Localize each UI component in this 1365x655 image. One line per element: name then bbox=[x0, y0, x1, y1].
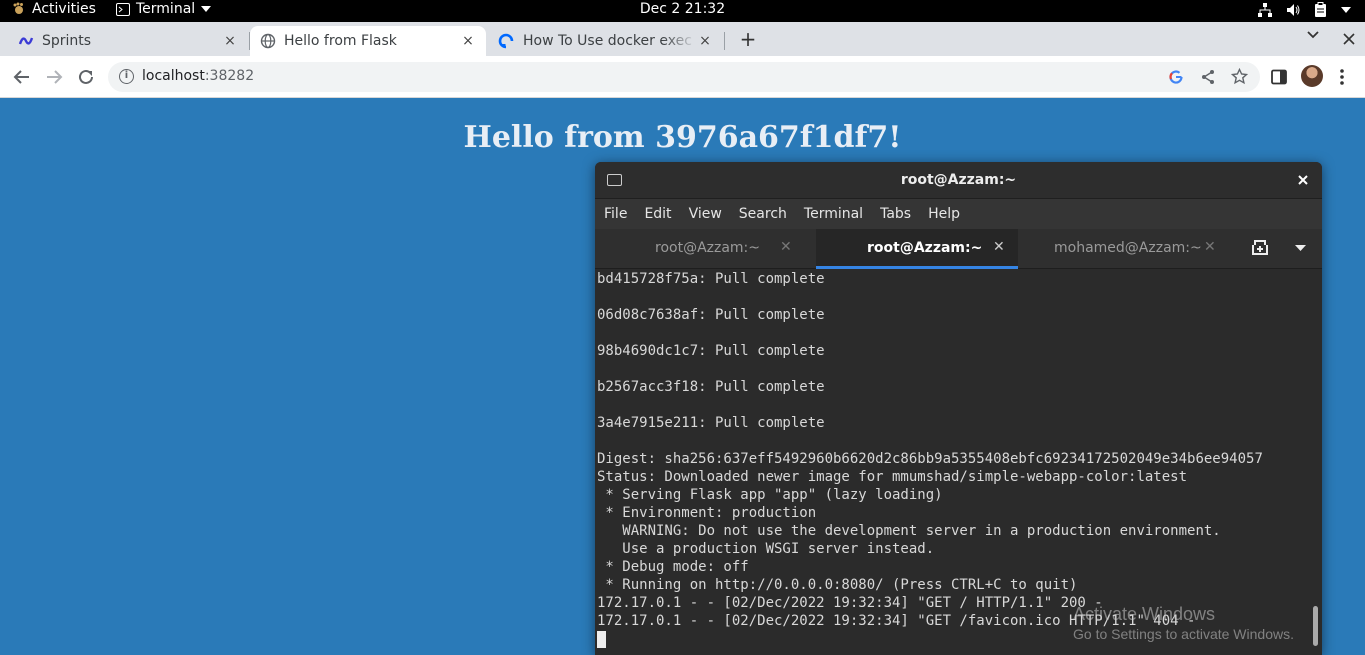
terminal-cursor bbox=[597, 631, 606, 648]
side-panel-icon[interactable] bbox=[1271, 69, 1287, 85]
bookmark-star-icon[interactable] bbox=[1231, 68, 1248, 85]
terminal-lines: bd415728f75a: Pull complete 06d08c7638af… bbox=[597, 270, 1263, 630]
app-menu-button[interactable]: Terminal bbox=[116, 1, 212, 17]
url-port: :38282 bbox=[204, 68, 255, 84]
url-host: localhost bbox=[142, 68, 205, 84]
terminal-output[interactable]: bd415728f75a: Pull complete 06d08c7638af… bbox=[595, 270, 1309, 655]
terminal-line: WARNING: Do not use the development serv… bbox=[597, 523, 1221, 539]
share-icon[interactable] bbox=[1200, 69, 1216, 85]
terminal-line: * Running on http://0.0.0.0:8080/ (Press… bbox=[597, 577, 1078, 593]
terminal-line: Digest: sha256:637eff5492960b6620d2c86bb… bbox=[597, 451, 1263, 467]
terminal-menubar: File Edit View Search Terminal Tabs Help bbox=[595, 199, 1322, 229]
terminal-line: * Debug mode: off bbox=[597, 559, 749, 575]
activate-windows-watermark: Activate Windows Go to Settings to activ… bbox=[1073, 604, 1294, 642]
terminal-scrollbar[interactable] bbox=[1309, 270, 1322, 655]
tab-title: Hello from Flask bbox=[284, 33, 397, 49]
terminal-line: * Environment: production bbox=[597, 505, 817, 521]
terminal-app-icon bbox=[116, 2, 130, 16]
forward-icon[interactable] bbox=[43, 66, 65, 88]
caret-down-icon bbox=[201, 6, 212, 12]
terminal-window[interactable]: root@Azzam:~ File Edit View Search Termi… bbox=[595, 162, 1322, 655]
new-terminal-tab-icon[interactable] bbox=[1251, 239, 1269, 257]
browser-tab-bar: Sprints × Hello from Flask × How To Use … bbox=[0, 22, 1365, 56]
more-menu-icon[interactable] bbox=[1339, 68, 1345, 86]
terminal-tab-label: root@Azzam:~ bbox=[867, 240, 983, 256]
tab-search-chevron-icon[interactable] bbox=[1306, 30, 1320, 40]
network-icon bbox=[1258, 3, 1272, 17]
terminal-tab-label: root@Azzam:~ bbox=[655, 240, 761, 256]
terminal-close-icon[interactable] bbox=[1298, 175, 1308, 185]
page-heading: Hello from 3976a67f1df7! bbox=[463, 120, 902, 155]
profile-avatar[interactable] bbox=[1301, 65, 1323, 87]
active-tab-indicator bbox=[816, 266, 1018, 269]
address-bar[interactable]: i localhost:38282 bbox=[108, 62, 1260, 92]
terminal-line: Status: Downloaded newer image for mmums… bbox=[597, 469, 1188, 485]
activities-button[interactable]: Activities bbox=[12, 1, 96, 17]
watermark-title: Activate Windows bbox=[1073, 604, 1216, 624]
terminal-line: 98b4690dc1c7: Pull complete bbox=[597, 343, 825, 359]
activities-label: Activities bbox=[32, 1, 96, 17]
reload-icon[interactable] bbox=[75, 66, 97, 88]
terminal-tab-close-icon[interactable]: ✕ bbox=[993, 239, 1005, 255]
browser-toolbar: i localhost:38282 bbox=[0, 56, 1365, 98]
menu-tabs[interactable]: Tabs bbox=[871, 199, 919, 229]
terminal-tabs-dropdown-icon[interactable] bbox=[1295, 245, 1306, 251]
menu-edit[interactable]: Edit bbox=[635, 199, 679, 229]
terminal-titlebar[interactable]: root@Azzam:~ bbox=[595, 162, 1322, 199]
terminal-line: bd415728f75a: Pull complete bbox=[597, 271, 825, 287]
terminal-tab-label: mohamed@Azzam:~ bbox=[1054, 240, 1202, 256]
terminal-tab-1[interactable]: root@Azzam:~ ✕ bbox=[595, 229, 816, 269]
terminal-line: Use a production WSGI server instead. bbox=[597, 541, 935, 557]
menu-terminal[interactable]: Terminal bbox=[795, 199, 871, 229]
gnome-foot-icon bbox=[13, 2, 23, 14]
scrollbar-thumb[interactable] bbox=[1313, 606, 1318, 646]
terminal-window-title: root@Azzam:~ bbox=[900, 172, 1017, 188]
back-icon[interactable] bbox=[11, 66, 33, 88]
terminal-tab-bar: root@Azzam:~ ✕ root@Azzam:~ ✕ mohamed@Az… bbox=[595, 229, 1322, 269]
system-tray[interactable] bbox=[1257, 2, 1351, 18]
volume-icon bbox=[1287, 4, 1300, 16]
caret-down-icon bbox=[1341, 7, 1351, 13]
sprints-favicon-icon bbox=[18, 37, 34, 45]
tab-hello-from-flask[interactable]: Hello from Flask × bbox=[250, 26, 486, 56]
terminal-tab-2[interactable]: root@Azzam:~ ✕ bbox=[816, 229, 1018, 269]
tab-title: Sprints bbox=[42, 33, 92, 49]
terminal-line: b2567acc3f18: Pull complete bbox=[597, 379, 825, 395]
app-menu-label: Terminal bbox=[136, 1, 196, 17]
tab-close-icon[interactable]: × bbox=[697, 33, 713, 49]
menu-help[interactable]: Help bbox=[919, 199, 968, 229]
tab-sprints[interactable]: Sprints × bbox=[8, 26, 248, 56]
terminal-line: 06d08c7638af: Pull complete bbox=[597, 307, 825, 323]
globe-icon bbox=[260, 33, 276, 49]
site-info-icon[interactable]: i bbox=[119, 69, 134, 84]
terminal-tab-close-icon[interactable]: ✕ bbox=[1204, 239, 1216, 255]
menu-file[interactable]: File bbox=[595, 199, 635, 229]
google-translate-icon[interactable] bbox=[1169, 70, 1183, 84]
url-text[interactable]: localhost:38282 bbox=[142, 68, 254, 84]
watermark-subtitle: Go to Settings to activate Windows. bbox=[1073, 626, 1294, 642]
tab-title: How To Use docker exec to bbox=[523, 33, 697, 49]
terminal-tab-3[interactable]: mohamed@Azzam:~ ✕ bbox=[1018, 229, 1224, 269]
digitalocean-favicon-icon bbox=[498, 33, 514, 49]
tab-separator bbox=[724, 32, 725, 50]
terminal-line: 3a4e7915e211: Pull complete bbox=[597, 415, 825, 431]
menu-search[interactable]: Search bbox=[730, 199, 795, 229]
new-tab-button[interactable]: + bbox=[738, 27, 758, 51]
menu-view[interactable]: View bbox=[680, 199, 730, 229]
clipboard-icon bbox=[1315, 2, 1326, 17]
tab-close-icon[interactable]: × bbox=[460, 33, 476, 49]
tab-docker-exec-article[interactable]: How To Use docker exec to × bbox=[487, 26, 723, 56]
window-close-icon[interactable] bbox=[1343, 33, 1355, 45]
tab-close-icon[interactable]: × bbox=[222, 33, 238, 49]
clock[interactable]: Dec 2 21:32 bbox=[640, 1, 725, 17]
gnome-top-bar: Activities Terminal Dec 2 21:32 bbox=[0, 0, 1365, 22]
terminal-line: * Serving Flask app "app" (lazy loading) bbox=[597, 487, 943, 503]
terminal-tab-close-icon[interactable]: ✕ bbox=[780, 239, 792, 255]
